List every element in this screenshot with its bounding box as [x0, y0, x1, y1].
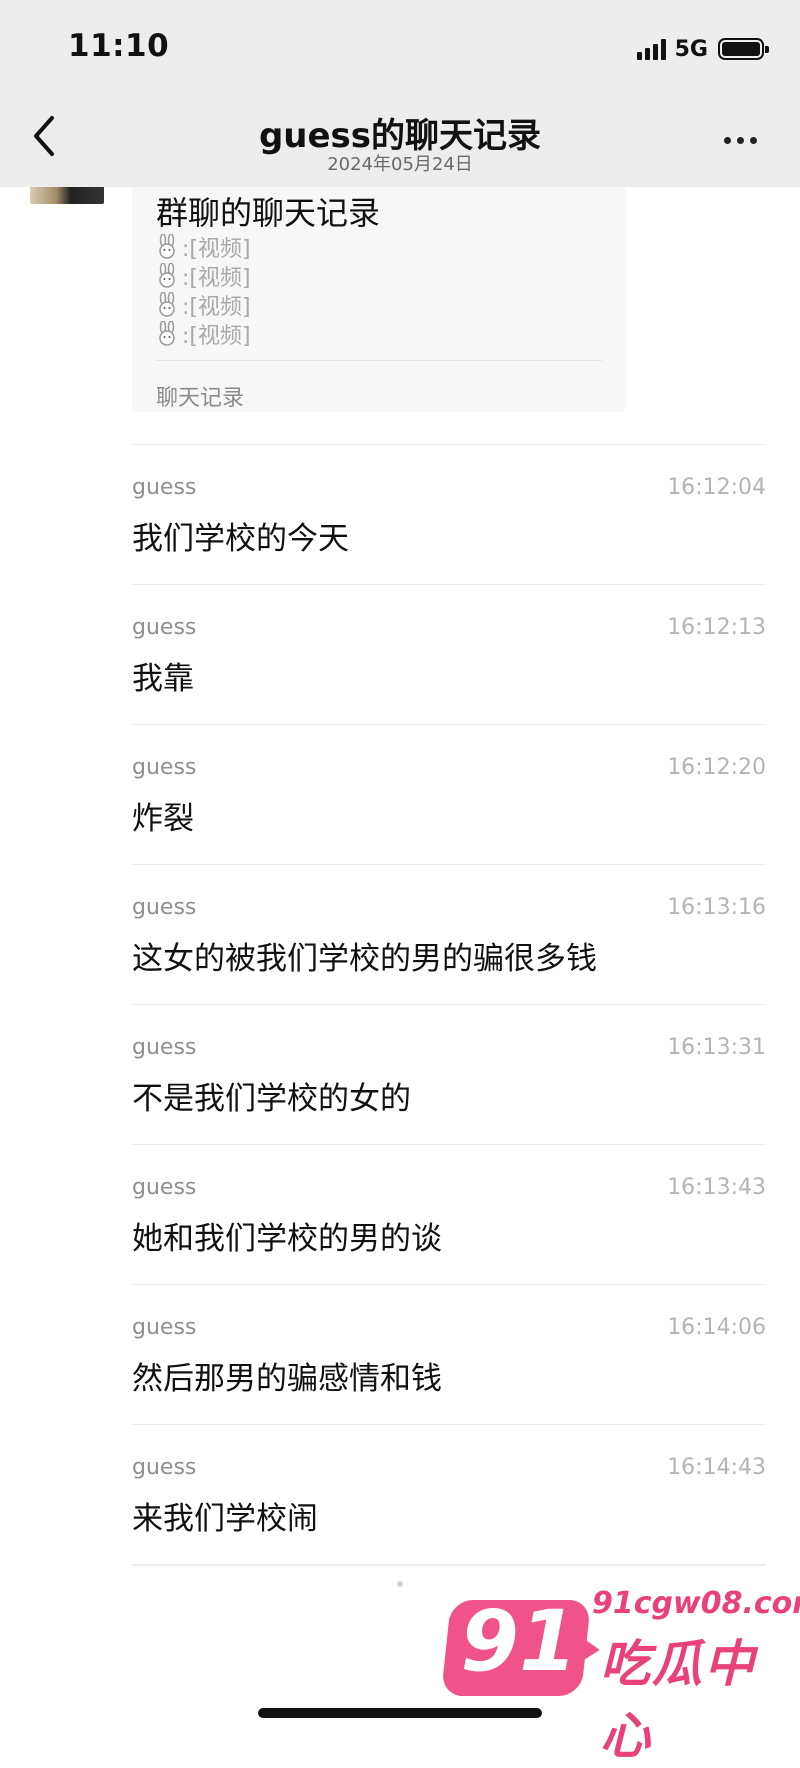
message-text: 然后那男的骗感情和钱: [132, 1361, 442, 1397]
bunny-icon: [159, 291, 175, 317]
message-text: 炸裂: [132, 801, 194, 837]
message-sender: guess: [132, 895, 197, 920]
message-text: 我们学校的今天: [132, 521, 349, 557]
bunny-icon: [159, 320, 175, 346]
home-indicator[interactable]: [258, 1708, 542, 1718]
message-time: 16:13:16: [667, 895, 766, 920]
message-sender: guess: [132, 1315, 197, 1340]
chat-record-card[interactable]: 群聊的聊天记录 :[视频] :[视频] :[视频] :[视频] 聊天记录: [132, 170, 626, 412]
chat-record-line: :[视频]: [156, 319, 251, 349]
message-text: 我靠: [132, 661, 194, 697]
message-sender: guess: [132, 475, 197, 500]
watermark-number: 91: [460, 1592, 578, 1690]
message-sender: guess: [132, 1455, 197, 1480]
message-sender: guess: [132, 615, 197, 640]
network-type: 5G: [674, 36, 708, 62]
chat-record-line: :[视频]: [156, 290, 251, 320]
message-sender: guess: [132, 755, 197, 780]
list-item[interactable]: guess 16:14:43 来我们学校闹: [132, 1424, 766, 1564]
battery-icon: [718, 38, 769, 60]
chat-record-title: 群聊的聊天记录: [156, 194, 381, 232]
message-time: 16:14:43: [667, 1455, 766, 1480]
watermark-brand: 吃瓜中心: [600, 1635, 756, 1765]
more-button[interactable]: [724, 128, 764, 152]
list-item[interactable]: guess 16:12:04 我们学校的今天: [132, 444, 766, 584]
more-dots-icon: [724, 136, 731, 144]
message-sender: guess: [132, 1175, 197, 1200]
message-time: 16:12:20: [667, 755, 766, 780]
message-text: 这女的被我们学校的男的骗很多钱: [132, 941, 597, 977]
top-bar: 11:10 5G guess的聊天记录 2024年05月24日: [0, 0, 800, 187]
message-time: 16:12:13: [667, 615, 766, 640]
list-item[interactable]: guess 16:13:43 她和我们学校的男的谈: [132, 1144, 766, 1284]
message-time: 16:14:06: [667, 1315, 766, 1340]
bunny-icon: [159, 233, 175, 259]
chat-record-line: :[视频]: [156, 261, 251, 291]
signal-icon: [636, 38, 666, 60]
chat-record-preview: :[视频] :[视频] :[视频] :[视频]: [156, 232, 251, 349]
list-item[interactable]: guess 16:13:31 不是我们学校的女的: [132, 1004, 766, 1144]
divider: [156, 360, 602, 361]
status-icons: 5G: [636, 34, 769, 64]
chat-record-footer: 聊天记录: [156, 386, 245, 411]
message-time: 16:12:04: [667, 475, 766, 500]
list-item[interactable]: guess 16:12:13 我靠: [132, 584, 766, 724]
message-text: 她和我们学校的男的谈: [132, 1221, 442, 1257]
message-time: 16:13:31: [667, 1035, 766, 1060]
message-list: guess 16:12:04 我们学校的今天 guess 16:12:13 我靠…: [132, 444, 766, 1566]
message-text: 不是我们学校的女的: [132, 1081, 411, 1117]
list-item[interactable]: guess 16:14:06 然后那男的骗感情和钱: [132, 1284, 766, 1424]
message-time: 16:13:43: [667, 1175, 766, 1200]
message-text: 来我们学校闹: [132, 1501, 318, 1537]
scroll-indicator: [397, 1581, 403, 1587]
page-subtitle-date: 2024年05月24日: [327, 154, 473, 175]
watermark-url: 91cgw08.com: [592, 1586, 800, 1621]
list-item[interactable]: guess 16:13:16 这女的被我们学校的男的骗很多钱: [132, 864, 766, 1004]
divider: [132, 1564, 766, 1566]
status-time: 11:10: [68, 28, 170, 64]
chat-record-line: :[视频]: [156, 232, 251, 262]
watermark-logo: 91 91cgw08.com 吃瓜中心: [440, 1572, 800, 1765]
bunny-icon: [159, 262, 175, 288]
message-sender: guess: [132, 1035, 197, 1060]
list-item[interactable]: guess 16:12:20 炸裂: [132, 724, 766, 864]
